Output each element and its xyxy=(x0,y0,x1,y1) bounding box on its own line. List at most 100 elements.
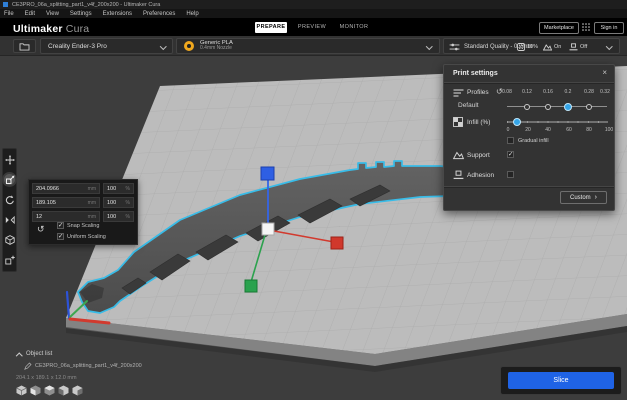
gizmo-y-handle[interactable] xyxy=(244,279,258,293)
scale-x-mm-value: 204.0966 xyxy=(36,185,59,192)
profile-slider-track[interactable] xyxy=(507,106,607,107)
scale-y-pct-value: 100 xyxy=(107,199,117,206)
rotate-icon xyxy=(5,195,14,205)
reset-scale-icon[interactable]: ↺ xyxy=(37,224,45,235)
gizmo-x-handle[interactable] xyxy=(330,236,344,250)
printer-selector[interactable]: Creality Ender-3 Pro xyxy=(40,38,173,54)
profile-stop-020-active[interactable] xyxy=(564,102,572,111)
scale-y-mm-value: 189.105 xyxy=(36,199,56,206)
menu-settings[interactable]: Settings xyxy=(70,11,92,17)
profiles-icon xyxy=(453,89,464,97)
view-presets xyxy=(16,385,83,396)
brand-bold: Ultimaker xyxy=(13,22,63,35)
view-right-icon[interactable] xyxy=(72,385,83,396)
support-summary: On xyxy=(554,44,562,50)
brand-logo: Ultimaker Cura xyxy=(13,23,89,35)
menu-view[interactable]: View xyxy=(46,11,59,17)
scale-tool-button[interactable] xyxy=(4,174,15,186)
object-name[interactable]: CE3PRO_06a_splitting_part1_v4f_200x200 xyxy=(35,363,142,369)
scale-z-pct-value: 100 xyxy=(107,213,117,220)
close-icon[interactable]: × xyxy=(602,68,607,77)
menu-edit[interactable]: Edit xyxy=(25,11,35,17)
chevron-up-icon[interactable] xyxy=(16,353,23,360)
scale-tool-panel: 204.0966 mm 100 % 189.105 mm 100 % 12 mm… xyxy=(28,179,138,245)
view-top-icon[interactable] xyxy=(44,385,55,396)
scale-x-pct-input[interactable]: 100 % xyxy=(103,183,134,194)
scale-z-mm-input[interactable]: 12 mm xyxy=(32,211,100,222)
infill-tick: 40 xyxy=(545,127,551,133)
header: Ultimaker Cura PREPARE PREVIEW MONITOR M… xyxy=(0,18,627,36)
nozzle-size: 0.4mm Nozzle xyxy=(200,45,232,52)
profile-tick: 0.2 xyxy=(564,89,572,95)
support-mini-icon xyxy=(543,44,552,51)
menu-help[interactable]: Help xyxy=(186,11,198,17)
unit-label: % xyxy=(125,199,130,206)
per-model-settings-button[interactable] xyxy=(4,235,15,246)
app-icon xyxy=(3,2,8,7)
sliders-icon xyxy=(449,43,460,51)
infill-tick: 60 xyxy=(566,127,572,133)
infill-tick: 100 xyxy=(604,127,614,133)
view-3d-icon[interactable] xyxy=(16,385,27,396)
tool-panel xyxy=(2,148,17,272)
chevron-down-icon xyxy=(605,43,612,50)
tab-monitor[interactable]: MONITOR xyxy=(337,22,371,33)
scale-x-mm-input[interactable]: 204.0966 mm xyxy=(32,183,100,194)
gizmo-center-handle[interactable] xyxy=(261,222,275,236)
tab-prepare[interactable]: PREPARE xyxy=(255,22,287,33)
infill-summary: 10% xyxy=(527,44,539,50)
mirror-icon xyxy=(5,215,15,225)
profiles-label: Profiles xyxy=(467,89,489,96)
titlebar: CE3PRO_06a_splitting_part1_v4f_200x200 -… xyxy=(0,0,627,9)
scale-z-pct-input[interactable]: 100 % xyxy=(103,211,134,222)
brand-light: Cura xyxy=(65,22,90,35)
snap-scaling-checkbox[interactable]: ✓ xyxy=(57,222,64,229)
apps-grid-icon[interactable] xyxy=(582,23,590,31)
divider xyxy=(444,186,614,188)
gradual-infill-label: Gradual infill xyxy=(518,138,549,144)
infill-icon xyxy=(453,117,463,127)
profile-stop-028[interactable] xyxy=(586,103,592,110)
print-settings-selector[interactable]: Standard Quality - 0.2mm 10% On Off xyxy=(443,38,620,54)
infill-slider-track[interactable] xyxy=(507,121,608,123)
menu-extensions[interactable]: Extensions xyxy=(103,11,132,17)
profile-stop-016[interactable] xyxy=(545,103,551,110)
infill-slider-handle[interactable] xyxy=(513,118,521,126)
menu-file[interactable]: File xyxy=(4,11,14,17)
profile-tick: 0.32 xyxy=(600,89,610,95)
object-list-title[interactable]: Object list xyxy=(26,351,52,357)
view-left-icon[interactable] xyxy=(58,385,69,396)
sign-in-button[interactable]: Sign in xyxy=(594,22,624,34)
move-tool-button[interactable] xyxy=(4,154,15,165)
adhesion-checkbox[interactable] xyxy=(507,171,514,178)
material-selector[interactable]: Generic PLA 0.4mm Nozzle xyxy=(176,38,440,54)
uniform-scaling-checkbox[interactable]: ✓ xyxy=(57,233,64,240)
chevron-down-icon xyxy=(425,43,432,50)
open-file-button[interactable] xyxy=(13,39,36,53)
view-front-icon[interactable] xyxy=(30,385,41,396)
support-blocker-button[interactable] xyxy=(4,255,15,266)
rotate-tool-button[interactable] xyxy=(4,194,15,205)
marketplace-button[interactable]: Marketplace xyxy=(539,22,579,34)
infill-mini-icon xyxy=(517,43,525,51)
adhesion-label: Adhesion xyxy=(467,172,495,179)
uniform-scaling-label: Uniform Scaling xyxy=(67,234,106,240)
custom-settings-button[interactable]: Custom › xyxy=(560,191,607,204)
gradual-infill-checkbox[interactable] xyxy=(507,137,514,144)
chevron-right-icon: › xyxy=(594,194,597,201)
snap-scaling-label: Snap Scaling xyxy=(67,223,100,229)
object-list-panel: Object list CE3PRO_06a_splitting_part1_v… xyxy=(14,350,214,384)
print-settings-title: Print settings xyxy=(453,70,498,77)
gizmo-z-handle[interactable] xyxy=(260,166,275,181)
infill-tick: 0 xyxy=(506,127,510,133)
scale-y-pct-input[interactable]: 100 % xyxy=(103,197,134,208)
scale-y-mm-input[interactable]: 189.105 mm xyxy=(32,197,100,208)
scale-z-mm-value: 12 xyxy=(36,213,43,220)
support-checkbox[interactable]: ✓ xyxy=(507,151,514,158)
profile-stop-012[interactable] xyxy=(524,103,530,110)
slice-button[interactable]: Slice xyxy=(508,372,614,389)
adhesion-mini-icon xyxy=(569,43,578,51)
menu-preferences[interactable]: Preferences xyxy=(143,11,175,17)
mirror-tool-button[interactable] xyxy=(4,215,15,226)
tab-preview[interactable]: PREVIEW xyxy=(296,22,328,33)
